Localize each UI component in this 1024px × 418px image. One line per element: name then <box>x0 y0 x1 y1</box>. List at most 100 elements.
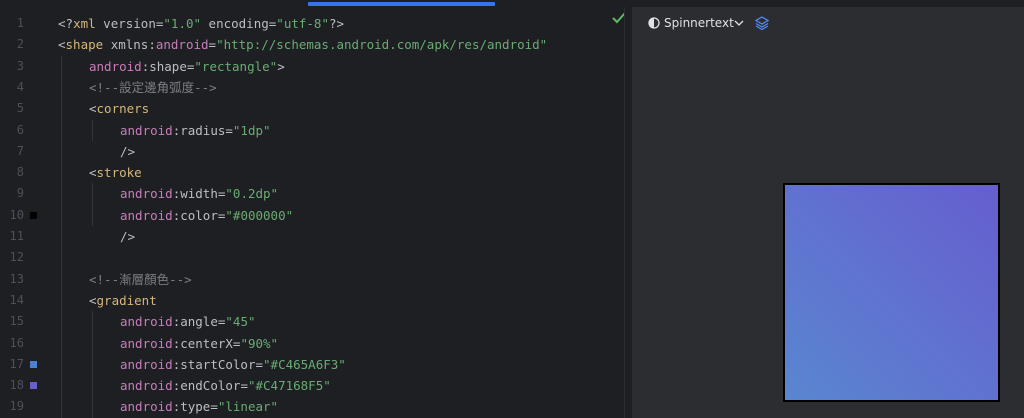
code-line: android:centerX="90%" <box>120 333 278 354</box>
code-line: <!--設定邊角弧度--> <box>89 77 217 98</box>
code-token: "1.0" <box>163 16 202 31</box>
code-line: android:width="0.2dp" <box>120 183 278 204</box>
line-number: 12 <box>9 250 24 265</box>
code-token: = <box>210 399 218 415</box>
code-token: < <box>89 101 97 117</box>
code-line: android:color="#000000" <box>120 205 293 226</box>
code-line: android:radius="1dp" <box>120 120 271 141</box>
layers-icon[interactable] <box>754 15 770 31</box>
editor-tab-strip <box>0 0 1024 7</box>
code-token: "rectangle" <box>194 58 278 74</box>
indent-guide <box>92 311 93 418</box>
code-token: encoding <box>201 16 269 31</box>
code-token: < <box>58 37 66 53</box>
code-line: <gradient <box>89 290 157 311</box>
code-token: < <box>89 165 97 181</box>
code-line: android:endColor="#C47168F5" <box>120 375 331 396</box>
code-token: android <box>155 37 209 53</box>
theme-contrast-icon[interactable] <box>648 17 660 29</box>
design-preview-panel: Spinnertext <box>632 7 1024 418</box>
code-token: stroke <box>96 165 142 181</box>
indent-guide <box>92 183 93 226</box>
code-line: /> <box>120 141 135 162</box>
code-token: "linear" <box>217 399 279 415</box>
code-line: android:shape="rectangle"> <box>89 56 285 77</box>
code-token: = <box>240 378 248 394</box>
code-line: /> <box>120 226 135 247</box>
line-number: 2 <box>16 37 24 52</box>
horizontal-scroll-indicator[interactable] <box>308 2 495 6</box>
code-token: startColor <box>180 356 256 372</box>
code-line: android:angle="45" <box>120 311 256 332</box>
code-line: <?xml version="1.0" encoding="utf-8"?> <box>58 13 344 34</box>
code-token: : <box>148 37 156 53</box>
line-number: 11 <box>9 229 24 243</box>
line-number: 16 <box>9 335 24 350</box>
code-token: <? <box>58 16 74 31</box>
line-number: 8 <box>16 165 24 180</box>
code-token: android <box>120 399 173 415</box>
code-token: android <box>120 356 173 372</box>
code-token: centerX <box>180 335 233 351</box>
code-token: = <box>225 122 233 138</box>
code-token: android <box>120 186 173 202</box>
code-line: <stroke <box>89 162 142 183</box>
code-token: gradient <box>96 292 157 308</box>
code-token: "#C465A6F3" <box>263 356 346 372</box>
code-token: xml <box>73 16 96 31</box>
code-line: <shape xmlns:android="http://schemas.and… <box>58 34 547 55</box>
line-number: 9 <box>16 186 24 201</box>
code-token: angle <box>180 314 218 330</box>
line-number: 10 <box>9 207 24 222</box>
indent-guide <box>92 119 93 141</box>
color-swatch-icon[interactable] <box>30 211 37 219</box>
indent-guide <box>61 55 62 418</box>
theme-selector-label[interactable]: Spinnertext <box>664 16 734 30</box>
line-number: 1 <box>16 16 24 30</box>
code-token: > <box>277 58 285 74</box>
line-number: 6 <box>16 122 24 137</box>
code-token: android <box>89 58 142 74</box>
line-number: 4 <box>16 79 24 94</box>
code-token: corners <box>96 101 150 117</box>
line-number: 17 <box>9 356 24 371</box>
code-token: "#000000" <box>225 207 294 223</box>
chevron-down-icon[interactable] <box>734 19 744 27</box>
code-token: "0.2dp" <box>225 186 279 202</box>
code-token: = <box>208 37 217 53</box>
code-area[interactable]: <?xml version="1.0" encoding="utf-8"?> <s… <box>58 7 618 418</box>
code-editor[interactable]: 1 2 3 4 5 6 7 8 9 10 11 12 13 14 15 16 17 18 19 <?xml vers… <box>0 7 624 418</box>
code-token: android <box>120 207 173 223</box>
code-token: radius <box>180 122 226 138</box>
preview-canvas[interactable] <box>632 41 1024 418</box>
line-number: 7 <box>16 143 24 158</box>
line-number: 19 <box>9 399 24 414</box>
code-token: android <box>120 314 173 330</box>
code-token: shape <box>149 58 187 74</box>
color-swatch-icon[interactable] <box>30 360 37 368</box>
code-token: type <box>180 399 211 415</box>
code-line: android:startColor="#C465A6F3" <box>120 354 346 375</box>
code-token: android <box>120 378 173 394</box>
line-number: 3 <box>16 58 24 73</box>
gradient-shape-preview <box>783 183 1000 402</box>
line-number: 18 <box>9 378 24 393</box>
line-number-gutter: 1 2 3 4 5 6 7 8 9 10 11 12 13 14 15 16 17 18 19 <box>0 7 48 418</box>
code-token: "http://schemas.android.com/apk/res/andr… <box>216 37 548 53</box>
code-token: "45" <box>225 314 256 330</box>
code-line: android:type="linear" <box>120 396 278 417</box>
color-swatch-icon[interactable] <box>30 382 37 390</box>
code-token: width <box>180 186 218 202</box>
code-line: <!--漸層顏色--> <box>89 269 192 290</box>
code-token: /> <box>120 229 136 244</box>
code-token: "90%" <box>240 335 279 351</box>
code-token: endColor <box>180 378 241 394</box>
preview-toolbar: Spinnertext <box>632 7 1024 41</box>
code-token: <!--設定邊角弧度--> <box>89 79 217 95</box>
code-token: <!--漸層顏色--> <box>89 271 192 287</box>
code-token: /> <box>120 143 136 159</box>
code-token: xmlns <box>103 37 149 53</box>
code-token: "#C47168F5" <box>247 378 331 394</box>
code-token: "1dp" <box>232 122 271 138</box>
line-number: 13 <box>9 271 24 286</box>
